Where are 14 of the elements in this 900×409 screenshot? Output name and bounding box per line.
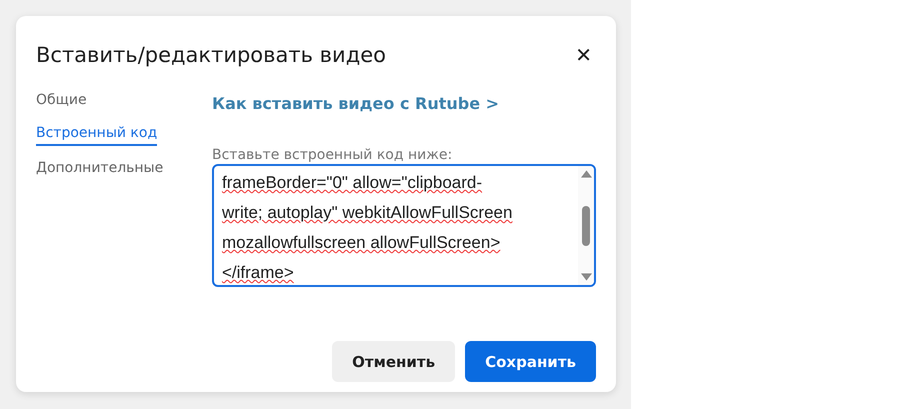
embed-code-field[interactable]: frameBorder="0" allow="clipboard- write; autoplay" webkitAllowFullScreen mozallowfullscreen allowFullScreen> </iframe> (212, 164, 596, 287)
help-link[interactable]: Как вставить видео с Rutube > (212, 94, 500, 113)
sidebar-tab[interactable]: Встроенный код (36, 122, 158, 146)
scroll-up-icon[interactable] (580, 170, 592, 178)
sidebar-tab[interactable]: Дополнительные (36, 156, 164, 180)
scrollbar-thumb[interactable] (582, 206, 590, 246)
close-button[interactable]: ✕ (571, 43, 596, 67)
save-button[interactable]: Сохранить (465, 341, 596, 382)
dialog-title: Вставить/редактировать видео (36, 43, 386, 67)
scrollbar[interactable] (578, 166, 594, 285)
cancel-button[interactable]: Отменить (332, 341, 456, 382)
sidebar-tab[interactable]: Общие (36, 88, 87, 112)
scroll-down-icon[interactable] (580, 273, 592, 281)
field-label: Вставьте встроенный код ниже: (212, 147, 452, 163)
